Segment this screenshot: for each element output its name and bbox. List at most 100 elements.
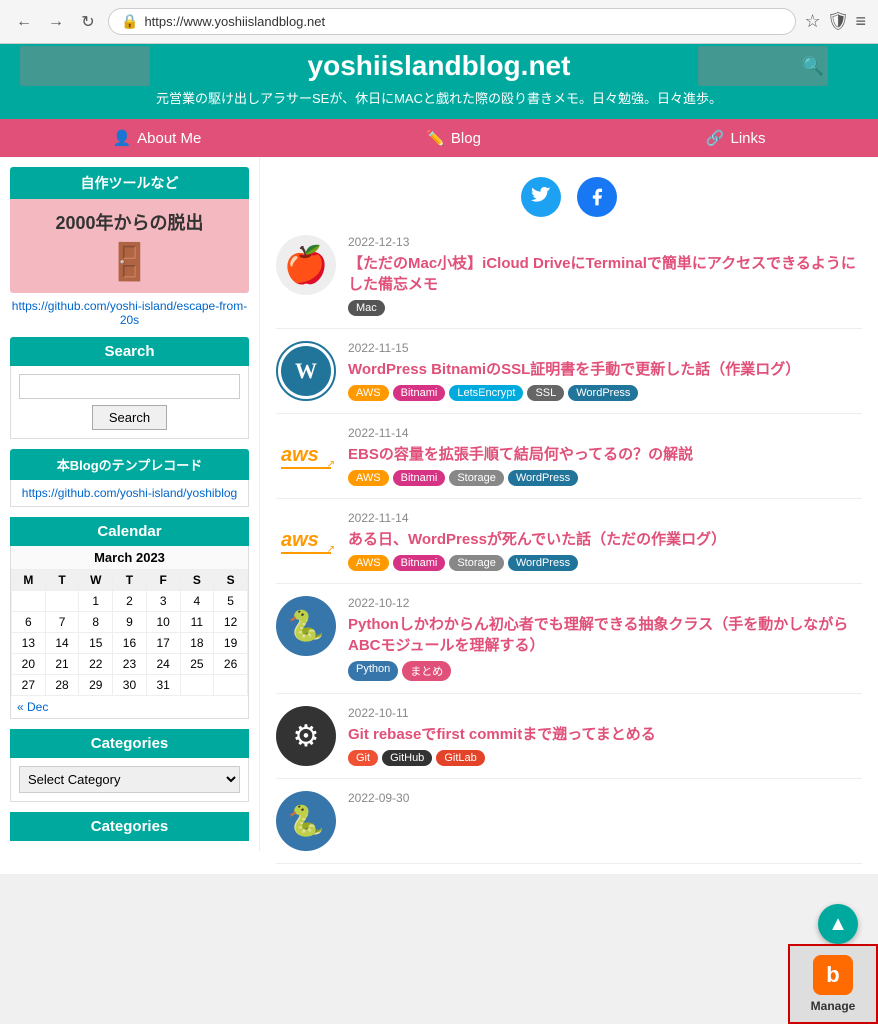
calendar-day[interactable]: 8 bbox=[79, 612, 113, 633]
site-tagline: 元営業の駆け出しアラサーSEが、休日にMACと戯れた際の殴り書きメモ。日々勉強。… bbox=[0, 84, 878, 119]
calendar-prev-link[interactable]: « Dec bbox=[17, 700, 48, 714]
url-text: https://www.yoshiislandblog.net bbox=[144, 14, 325, 29]
categories-title: Categories bbox=[10, 729, 249, 758]
header-search-icon[interactable]: 🔍 bbox=[802, 56, 824, 77]
calendar-day[interactable]: 2 bbox=[113, 591, 147, 612]
calendar-day[interactable]: 17 bbox=[146, 633, 180, 654]
back-button[interactable]: ← bbox=[12, 10, 36, 34]
calendar-day[interactable]: 4 bbox=[180, 591, 214, 612]
calendar-day[interactable]: 31 bbox=[146, 675, 180, 696]
python-icon: 🐍 bbox=[287, 804, 324, 839]
tool-github-link[interactable]: https://github.com/yoshi-island/escape-f… bbox=[10, 299, 249, 327]
post-item: 🐍2022-10-12Pythonしかわからん初心者でも理解できる抽象クラス（手… bbox=[276, 584, 862, 694]
star-icon[interactable]: ☆ bbox=[804, 11, 820, 32]
search-button[interactable]: Search bbox=[92, 405, 167, 430]
tag-bitnami[interactable]: Bitnami bbox=[393, 385, 446, 401]
shield-icon[interactable]: 🛡 bbox=[827, 11, 850, 32]
post-meta: 2022-10-11Git rebaseでfirst commitまで遡ってまと… bbox=[348, 706, 862, 766]
facebook-icon[interactable] bbox=[577, 177, 617, 217]
tag-git[interactable]: Git bbox=[348, 750, 378, 766]
post-meta: 2022-11-15WordPress BitnamiのSSL証明書を手動で更新… bbox=[348, 341, 862, 401]
menu-icon[interactable]: ≡ bbox=[855, 11, 866, 32]
manage-overlay[interactable]: b Manage bbox=[788, 944, 878, 1024]
calendar-day[interactable]: 13 bbox=[12, 633, 46, 654]
calendar-day[interactable]: 10 bbox=[146, 612, 180, 633]
post-title[interactable]: ある日、WordPressが死んでいた話（ただの作業ログ） bbox=[348, 528, 862, 549]
calendar-day[interactable]: 3 bbox=[146, 591, 180, 612]
tag-storage[interactable]: Storage bbox=[449, 555, 504, 571]
header-top: yoshiislandblog.net 🔍 bbox=[0, 44, 878, 84]
tag-mac[interactable]: Mac bbox=[348, 300, 385, 316]
post-item: ⚙2022-10-11Git rebaseでfirst commitまで遡ってま… bbox=[276, 694, 862, 779]
calendar-day[interactable]: 18 bbox=[180, 633, 214, 654]
post-title[interactable]: 【ただのMac小枝】iCloud DriveにTerminalで簡単にアクセスで… bbox=[348, 252, 862, 294]
tag-python[interactable]: Python bbox=[348, 661, 398, 681]
calendar-day[interactable]: 15 bbox=[79, 633, 113, 654]
cal-header-t1: T bbox=[45, 570, 79, 591]
calendar-day[interactable]: 9 bbox=[113, 612, 147, 633]
tag-aws[interactable]: AWS bbox=[348, 555, 389, 571]
calendar-day[interactable]: 28 bbox=[45, 675, 79, 696]
calendar-day[interactable]: 6 bbox=[12, 612, 46, 633]
calendar-day[interactable]: 26 bbox=[214, 654, 248, 675]
tag-wordpress[interactable]: WordPress bbox=[568, 385, 638, 401]
refresh-button[interactable]: ↻ bbox=[76, 10, 100, 34]
calendar-day[interactable]: 7 bbox=[45, 612, 79, 633]
template-link[interactable]: https://github.com/yoshi-island/yoshiblo… bbox=[10, 480, 249, 507]
calendar-title: Calendar bbox=[10, 517, 249, 546]
tag-bitnami[interactable]: Bitnami bbox=[393, 470, 446, 486]
aws-logo: aws bbox=[281, 529, 331, 554]
content-area: 🍎2022-12-13【ただのMac小枝】iCloud DriveにTermin… bbox=[260, 157, 878, 874]
header-ad-left bbox=[20, 46, 150, 86]
tag-aws[interactable]: AWS bbox=[348, 470, 389, 486]
calendar-day[interactable]: 14 bbox=[45, 633, 79, 654]
nav-links[interactable]: 🔗 Links bbox=[676, 119, 796, 157]
calendar-wrapper: March 2023 M T W T F S S bbox=[10, 546, 249, 719]
calendar-day[interactable]: 1 bbox=[79, 591, 113, 612]
forward-button[interactable]: → bbox=[44, 10, 68, 34]
calendar-day[interactable]: 24 bbox=[146, 654, 180, 675]
post-thumbnail: 🐍 bbox=[276, 791, 336, 851]
tag-wordpress[interactable]: WordPress bbox=[508, 470, 578, 486]
calendar-day[interactable]: 12 bbox=[214, 612, 248, 633]
calendar-day[interactable]: 30 bbox=[113, 675, 147, 696]
calendar-day[interactable]: 29 bbox=[79, 675, 113, 696]
tag-aws[interactable]: AWS bbox=[348, 385, 389, 401]
post-title[interactable]: EBSの容量を拡張手順て結局何やってるの？の解説 bbox=[348, 443, 862, 464]
tag-wordpress[interactable]: WordPress bbox=[508, 555, 578, 571]
calendar-day[interactable]: 23 bbox=[113, 654, 147, 675]
browser-actions: ☆ 🛡 ≡ bbox=[804, 11, 866, 32]
tag-matome[interactable]: まとめ bbox=[402, 661, 451, 681]
tool-box-content: 2000年からの脱出 🚪 bbox=[10, 199, 249, 293]
calendar-day[interactable]: 20 bbox=[12, 654, 46, 675]
post-title[interactable]: Pythonしかわからん初心者でも理解できる抽象クラス（手を動かしながらABCモ… bbox=[348, 613, 862, 655]
twitter-icon[interactable] bbox=[521, 177, 561, 217]
calendar-day[interactable]: 5 bbox=[214, 591, 248, 612]
calendar-day[interactable]: 11 bbox=[180, 612, 214, 633]
nav-about[interactable]: 👤 About Me bbox=[82, 119, 231, 157]
calendar-day[interactable]: 16 bbox=[113, 633, 147, 654]
calendar-day bbox=[180, 675, 214, 696]
post-title[interactable]: WordPress BitnamiのSSL証明書を手動で更新した話（作業ログ） bbox=[348, 358, 862, 379]
calendar-day[interactable]: 19 bbox=[214, 633, 248, 654]
calendar-day[interactable]: 25 bbox=[180, 654, 214, 675]
post-title[interactable]: Git rebaseでfirst commitまで遡ってまとめる bbox=[348, 723, 862, 744]
tag-github[interactable]: GitHub bbox=[382, 750, 432, 766]
scroll-to-top-button[interactable]: ▲ bbox=[818, 904, 858, 944]
post-date: 2022-11-14 bbox=[348, 511, 862, 525]
cal-header-m: M bbox=[12, 570, 46, 591]
category-select[interactable]: Select Category bbox=[19, 766, 240, 793]
tag-ssl[interactable]: SSL bbox=[527, 385, 564, 401]
tag-gitlab[interactable]: GitLab bbox=[436, 750, 484, 766]
calendar-day[interactable]: 21 bbox=[45, 654, 79, 675]
url-bar[interactable]: 🔒 https://www.yoshiislandblog.net bbox=[108, 8, 796, 35]
tag-letsencrypt[interactable]: LetsEncrypt bbox=[449, 385, 523, 401]
nav-blog[interactable]: ✏️ Blog bbox=[396, 119, 511, 157]
tag-storage[interactable]: Storage bbox=[449, 470, 504, 486]
post-list: 🍎2022-12-13【ただのMac小枝】iCloud DriveにTermin… bbox=[276, 223, 862, 864]
calendar-day[interactable]: 27 bbox=[12, 675, 46, 696]
tag-bitnami[interactable]: Bitnami bbox=[393, 555, 446, 571]
search-input[interactable] bbox=[19, 374, 240, 399]
site-wrapper: yoshiislandblog.net 🔍 元営業の駆け出しアラサーSEが、休日… bbox=[0, 44, 878, 874]
calendar-day[interactable]: 22 bbox=[79, 654, 113, 675]
